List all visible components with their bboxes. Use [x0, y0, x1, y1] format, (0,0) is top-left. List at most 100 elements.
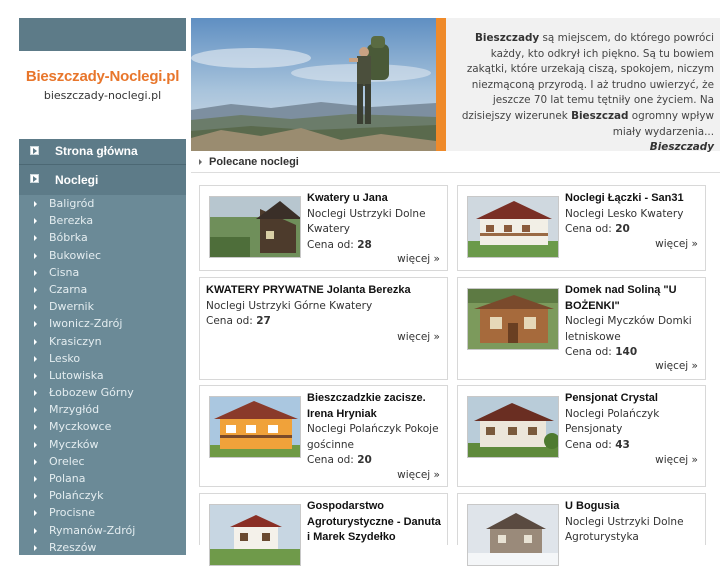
triangle-arrow-icon	[34, 493, 37, 500]
triangle-arrow-icon	[34, 201, 37, 207]
nav-item-noclegi[interactable]: Noclegi	[19, 165, 186, 196]
town-link[interactable]: Łobozew Górny	[19, 384, 186, 401]
listing-name[interactable]: Pensjonat Crystal	[565, 391, 701, 407]
triangle-arrow-icon	[34, 355, 37, 362]
town-link[interactable]: Rymanów-Zdrój	[19, 522, 186, 539]
town-link[interactable]: Lutowiska	[19, 367, 186, 384]
town-link[interactable]: Mrzygłód	[19, 401, 186, 418]
town-link[interactable]: Cisna	[19, 264, 186, 281]
listing-card[interactable]: Pensjonat Crystal Noclegi Polańczyk Pens…	[457, 385, 706, 487]
listing-card[interactable]: Domek nad Soliną "U BOŻENKI" Noclegi Myc…	[457, 277, 706, 380]
nav-item-label: Noclegi	[55, 173, 99, 187]
more-link[interactable]: więcej »	[397, 469, 440, 481]
triangle-arrow-icon	[34, 424, 37, 431]
triangle-arrow-icon	[34, 269, 37, 276]
listing-price: Cena od: 20	[565, 222, 701, 238]
listing-name[interactable]: KWATERY PRYWATNE Jolanta Berezka	[206, 283, 443, 299]
listing-name[interactable]: Bieszczadzkie zacisze. Irena Hryniak	[307, 391, 443, 422]
left-column: Bieszczady-Noclegi.pl bieszczady-noclegi…	[19, 18, 186, 555]
listing-photo[interactable]	[467, 196, 559, 258]
town-link[interactable]: Dwernik	[19, 298, 186, 315]
section-heading: Polecane noclegi	[199, 154, 720, 170]
square-arrow-icon	[30, 146, 39, 155]
triangle-arrow-icon	[34, 544, 37, 551]
price-label: Cena od:	[307, 238, 354, 251]
price-value: 140	[615, 346, 638, 358]
listing-photo[interactable]	[209, 196, 301, 258]
main-nav: Strona główna Noclegi	[19, 139, 186, 196]
triangle-arrow-icon	[199, 159, 202, 165]
town-link[interactable]: Krasiczyn	[19, 333, 186, 350]
triangle-arrow-icon	[34, 527, 37, 534]
listing-card[interactable]: Gospodarstwo Agroturystyczne - Danuta i …	[199, 493, 448, 566]
town-link[interactable]: Rzeszów	[19, 539, 186, 556]
nav-item-label: Strona główna	[55, 144, 138, 158]
town-link[interactable]: Baligród	[19, 195, 186, 212]
town-label: Myczkowce	[49, 420, 112, 434]
town-link[interactable]: Myczków	[19, 436, 186, 453]
listing-photo[interactable]	[209, 396, 301, 458]
intro-text: Bieszczady są miejscem, do którego powró…	[446, 18, 720, 153]
price-label: Cena od:	[307, 454, 354, 466]
more-link[interactable]: więcej »	[397, 253, 440, 265]
price-value: 27	[256, 315, 271, 327]
town-label: Dwernik	[49, 300, 94, 314]
more-link[interactable]: więcej »	[655, 238, 698, 250]
nav-item-home[interactable]: Strona główna	[19, 139, 186, 165]
logo[interactable]: Bieszczady-Noclegi.pl bieszczady-noclegi…	[19, 51, 186, 139]
more-link[interactable]: więcej »	[655, 360, 698, 372]
town-link[interactable]: Lesko	[19, 350, 186, 367]
triangle-arrow-icon	[34, 441, 37, 448]
town-link[interactable]: Orelec	[19, 453, 186, 470]
town-link[interactable]: Berezka	[19, 212, 186, 229]
triangle-arrow-icon	[34, 407, 37, 414]
more-link[interactable]: więcej »	[397, 331, 440, 343]
listing-name[interactable]: Kwatery u Jana	[307, 191, 443, 207]
square-arrow-icon	[30, 174, 39, 183]
town-label: Polańczyk	[49, 489, 104, 503]
town-link[interactable]: Bóbrka	[19, 229, 186, 246]
listing-category: Noclegi Ustrzyki Górne Kwatery	[206, 299, 373, 312]
listing-card[interactable]: Bieszczadzkie zacisze. Irena Hryniak Noc…	[199, 385, 448, 487]
triangle-arrow-icon	[34, 338, 37, 345]
intro-lead-2: Bieszczad	[571, 109, 629, 122]
town-link[interactable]: Iwonicz-Zdrój	[19, 315, 186, 332]
listing-name[interactable]: U Bogusia	[565, 499, 701, 515]
listing-card[interactable]: KWATERY PRYWATNE Jolanta Berezka Noclegi…	[199, 277, 448, 380]
listing-category: Noclegi Ustrzyki Dolne Kwatery	[307, 207, 426, 236]
town-label: Mrzygłód	[49, 403, 100, 417]
town-link[interactable]: Myczkowce	[19, 418, 186, 435]
price-label: Cena od:	[206, 315, 253, 327]
listing-photo[interactable]	[209, 504, 301, 566]
town-link[interactable]: Procisne	[19, 504, 186, 521]
town-label: Myczków	[49, 437, 99, 451]
listing-card[interactable]: Kwatery u Jana Noclegi Ustrzyki Dolne Kw…	[199, 185, 448, 271]
hiker-photo	[191, 18, 436, 151]
intro-signature[interactable]: Bieszczady	[650, 141, 714, 153]
listing-name[interactable]: Noclegi Łączki - San31	[565, 191, 701, 207]
divider	[191, 172, 720, 173]
more-link[interactable]: więcej »	[655, 454, 698, 466]
town-link[interactable]: Polańczyk	[19, 487, 186, 504]
listing-name[interactable]: Domek nad Soliną "U BOŻENKI"	[565, 283, 701, 314]
town-link[interactable]: Polana	[19, 470, 186, 487]
town-label: Baligród	[49, 197, 95, 210]
listing-name[interactable]: Gospodarstwo Agroturystyczne - Danuta i …	[307, 499, 443, 546]
town-link[interactable]: Czarna	[19, 281, 186, 298]
listing-card[interactable]: U Bogusia Noclegi Ustrzyki Dolne Agrotur…	[457, 493, 706, 566]
listing-photo[interactable]	[467, 288, 559, 350]
town-label: Bukowiec	[49, 248, 102, 262]
listing-info: Gospodarstwo Agroturystyczne - Danuta i …	[307, 499, 443, 546]
listing-photo[interactable]	[467, 504, 559, 566]
listing-info: Kwatery u Jana Noclegi Ustrzyki Dolne Kw…	[307, 191, 443, 253]
triangle-arrow-icon	[34, 218, 37, 225]
town-link[interactable]: Bukowiec	[19, 247, 186, 264]
listing-info: Domek nad Soliną "U BOŻENKI" Noclegi Myc…	[565, 283, 701, 361]
logo-title[interactable]: Bieszczady-Noclegi.pl	[19, 68, 186, 85]
intro-lead: Bieszczady	[475, 32, 540, 44]
listing-photo[interactable]	[467, 396, 559, 458]
listing-card[interactable]: Noclegi Łączki - San31 Noclegi Lesko Kwa…	[457, 185, 706, 271]
listing-category: Noclegi Lesko Kwatery	[565, 207, 684, 220]
town-label: Rzeszów	[49, 540, 97, 554]
accent-bar	[436, 18, 446, 151]
